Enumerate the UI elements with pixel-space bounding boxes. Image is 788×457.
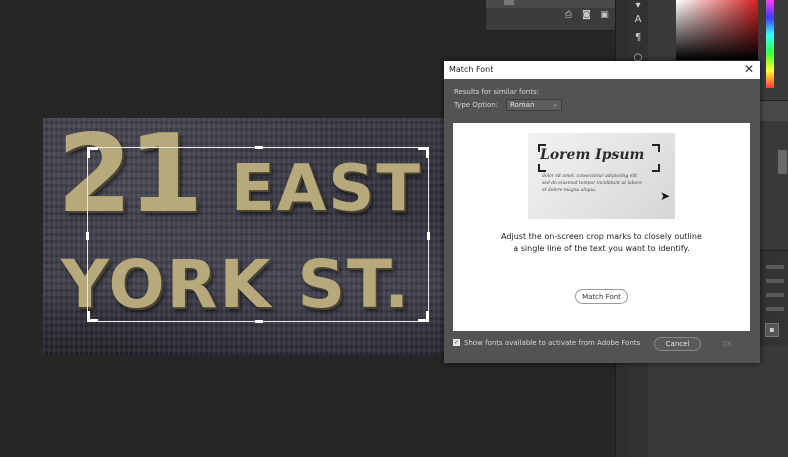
crop-marquee[interactable] [86, 146, 430, 323]
instructions-line: Adjust the on-screen crop marks to close… [501, 232, 702, 241]
camera-icon[interactable]: ◙ [582, 11, 591, 20]
layers-panel-footer: ⎙ ◙ ▣ [486, 0, 615, 31]
cancel-button[interactable]: Cancel [654, 337, 701, 351]
sample-text-line: dolor sit amet, consectetur adipiscing e… [542, 174, 638, 179]
sample-illustration: Lorem Ipsum dolor sit amet, consectetur … [528, 133, 675, 219]
crop-handle-top-left[interactable] [87, 147, 98, 158]
close-icon[interactable]: ✕ [742, 62, 756, 76]
panel-header [760, 100, 788, 121]
instructions-text: Adjust the on-screen crop marks to close… [453, 231, 750, 255]
panel-row[interactable] [766, 293, 784, 297]
crop-handle-bottom[interactable] [255, 320, 263, 323]
sample-crop-corner [652, 164, 660, 172]
crop-handle-bottom-right[interactable] [418, 311, 429, 322]
sample-heading: Lorem Ipsum [540, 147, 645, 163]
scroll-up-icon[interactable]: ▾ [632, 0, 644, 12]
layer-row[interactable] [486, 0, 615, 8]
cursor-icon: ➤ [660, 189, 671, 203]
show-fonts-checkbox[interactable]: ✓ [453, 338, 460, 346]
crop-handle-left[interactable] [86, 232, 89, 240]
crop-handle-top-right[interactable] [418, 147, 429, 158]
type-option-label: Type Option: [454, 101, 499, 109]
font-results-area: Lorem Ipsum dolor sit amet, consectetur … [453, 123, 750, 331]
type-option-value: Roman [510, 101, 535, 109]
panel-row[interactable] [766, 307, 784, 311]
lock-icon[interactable]: ▪ [765, 323, 779, 337]
layer-thumbnail [504, 0, 514, 5]
crop-handle-right[interactable] [427, 232, 430, 240]
results-label: Results for similar fonts: [454, 88, 539, 96]
properties-panel: ▪ [760, 250, 788, 346]
character-panel-icon[interactable]: A [632, 14, 644, 26]
instructions-line: a single line of the text you want to id… [513, 244, 690, 253]
stamp-icon[interactable]: ⎙ [564, 11, 573, 20]
color-picker-field[interactable] [676, 0, 758, 60]
sample-text-line: sed do eiusmod tempor incididunt ut labo… [542, 181, 643, 186]
trash-icon[interactable]: ▣ [600, 11, 609, 20]
sample-crop-corner [538, 164, 546, 172]
match-font-dialog: Match Font ✕ Results for similar fonts: … [444, 61, 760, 363]
sample-text-line: et dolore magna aliqua. [542, 188, 597, 193]
dialog-title: Match Font [449, 65, 494, 74]
panel-row[interactable] [766, 265, 784, 269]
paragraph-panel-icon[interactable]: ¶ [632, 32, 644, 44]
chevron-down-icon: ⌄ [552, 101, 558, 108]
show-fonts-option[interactable]: ✓ Show fonts available to activate from A… [453, 338, 641, 347]
type-option-select[interactable]: Roman ⌄ [506, 99, 562, 111]
crop-handle-bottom-left[interactable] [87, 311, 98, 322]
hue-slider[interactable] [766, 0, 774, 88]
crop-handle-top[interactable] [255, 146, 263, 149]
sample-crop-corner [652, 144, 660, 152]
ok-button[interactable]: OK [716, 337, 738, 351]
show-fonts-label: Show fonts available to activate from Ad… [464, 339, 641, 347]
match-font-button[interactable]: Match Font [575, 289, 628, 304]
dialog-titlebar: Match Font ✕ [444, 61, 760, 79]
panel-row[interactable] [766, 279, 784, 283]
panel-scrollbar[interactable] [778, 150, 787, 174]
